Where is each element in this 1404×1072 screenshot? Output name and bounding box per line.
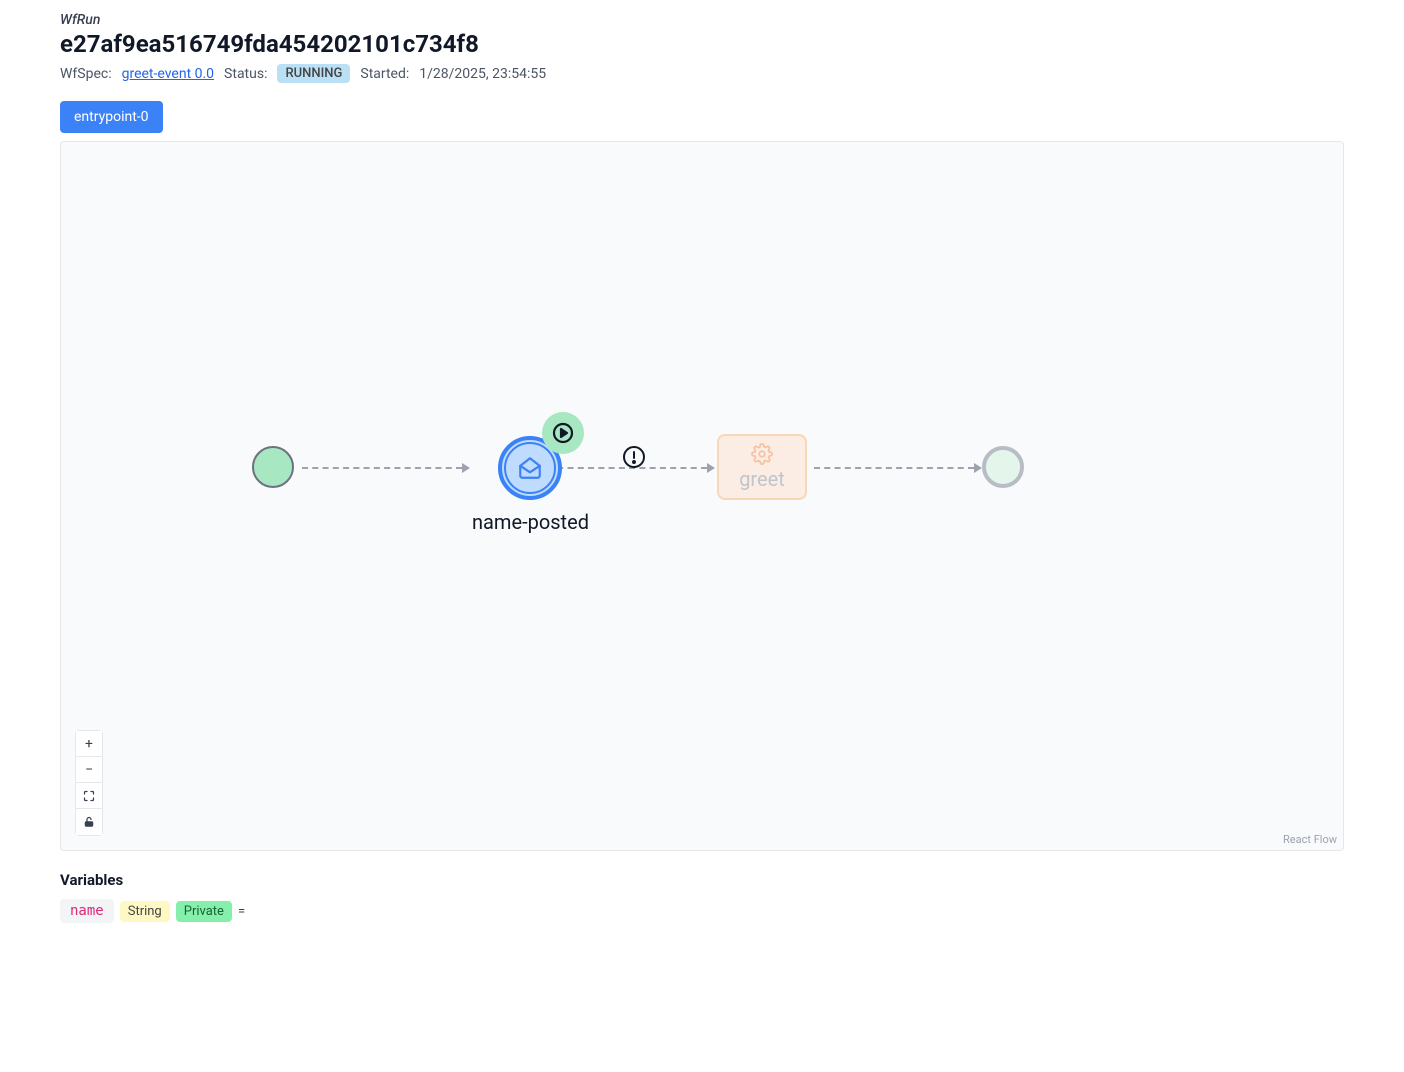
variable-equals: = xyxy=(238,904,245,919)
started-value: 1/28/2025, 23:54:55 xyxy=(419,66,546,82)
alert-circle-icon xyxy=(622,445,646,469)
edge-task-to-end xyxy=(814,467,974,469)
task-node[interactable]: greet xyxy=(717,434,807,500)
variable-access-badge: Private xyxy=(176,901,232,922)
variables-section: Variables name String Private = xyxy=(60,871,1344,923)
attribution: React Flow xyxy=(1283,833,1337,846)
status-badge: RUNNING xyxy=(277,64,350,83)
task-node-label: greet xyxy=(739,467,785,491)
header: WfRun e27af9ea516749fda454202101c734f8 W… xyxy=(60,12,1344,83)
status-label: Status: xyxy=(224,66,267,82)
resource-type-label: WfRun xyxy=(60,12,1344,28)
end-node[interactable] xyxy=(982,446,1024,488)
zoom-out-button[interactable]: − xyxy=(76,757,102,783)
gear-icon xyxy=(751,443,773,465)
lock-icon xyxy=(83,816,95,828)
variable-name: name xyxy=(60,899,114,923)
play-circle-icon xyxy=(551,421,575,445)
wfspec-link[interactable]: greet-event 0.0 xyxy=(122,66,214,82)
event-node[interactable]: name-posted xyxy=(472,436,589,534)
meta-row: WfSpec: greet-event 0.0 Status: RUNNING … xyxy=(60,64,1344,83)
started-label: Started: xyxy=(360,66,409,82)
wfspec-label: WfSpec: xyxy=(60,66,112,82)
variables-title: Variables xyxy=(60,871,1344,889)
play-badge xyxy=(542,412,584,454)
canvas-controls: + − xyxy=(75,730,103,836)
start-node[interactable] xyxy=(252,446,294,488)
tab-entrypoint[interactable]: entrypoint-0 xyxy=(60,101,163,133)
zoom-in-button[interactable]: + xyxy=(76,731,102,757)
lock-button[interactable] xyxy=(76,809,102,835)
variable-type-badge: String xyxy=(120,901,170,922)
alert-badge xyxy=(622,445,646,469)
event-node-label: name-posted xyxy=(472,510,589,534)
resource-id: e27af9ea516749fda454202101c734f8 xyxy=(60,30,1344,58)
flow-diagram: name-posted greet xyxy=(252,396,1152,596)
fit-view-button[interactable] xyxy=(76,783,102,809)
mail-open-icon xyxy=(517,455,543,481)
maximize-icon xyxy=(83,790,95,802)
flow-canvas[interactable]: name-posted greet + − xyxy=(60,141,1344,851)
tab-bar: entrypoint-0 xyxy=(60,101,1344,133)
edge-start-to-event xyxy=(302,467,462,469)
variable-row: name String Private = xyxy=(60,899,1344,923)
